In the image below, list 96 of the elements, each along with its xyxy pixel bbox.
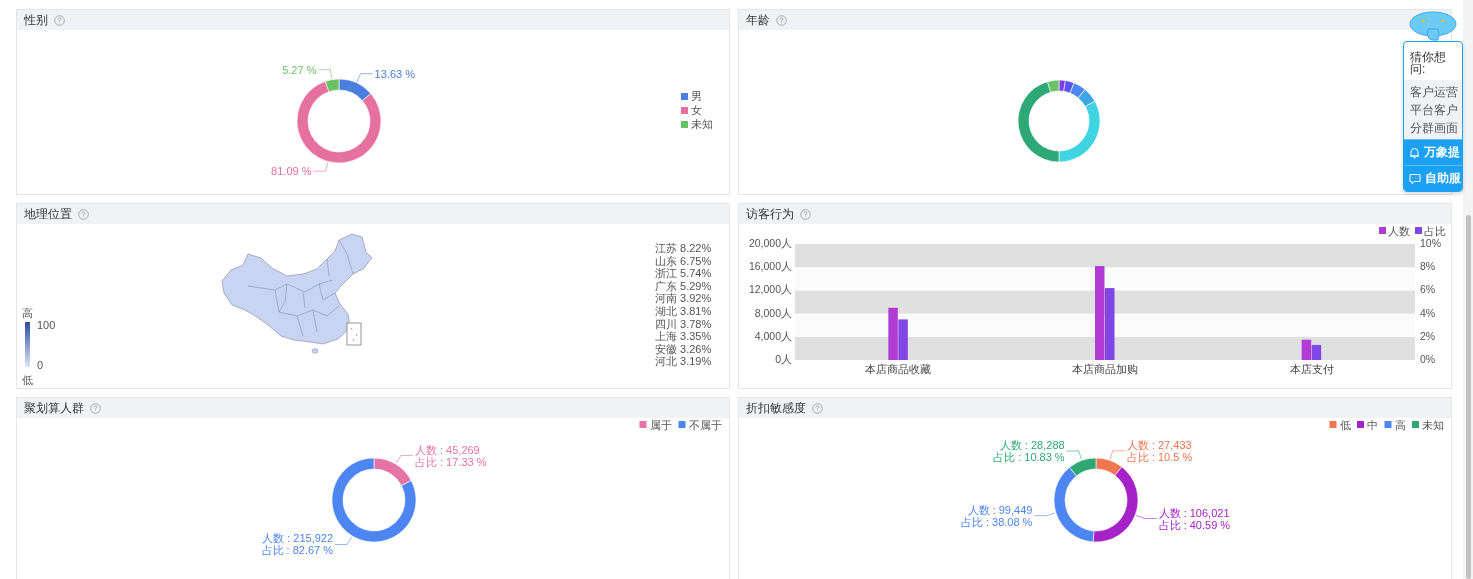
bar [898,319,908,360]
help-icon[interactable] [812,402,823,414]
chat-icon [1409,172,1421,185]
suggested-question[interactable]: 客户运营 [1410,83,1462,101]
help-icon[interactable] [800,208,811,220]
axis-tick-label: 0% [1420,353,1436,365]
bar [888,307,898,360]
legend-label: 未知 [1422,419,1444,431]
leader-line [318,69,333,79]
legend-item[interactable]: 未知 [681,118,713,130]
axis-tick-label: 20,000人 [748,237,792,249]
legend-label: 不属于 [688,419,722,431]
scale-label: 0 [37,359,44,371]
panel-title: 年龄 [746,11,770,29]
category-label: 本店支付 [1289,363,1334,375]
legend-label: 占比 [1424,225,1446,237]
bar [1301,339,1312,360]
category-label: 本店商品加购 [1072,363,1138,375]
legend-label: 属于 [649,419,672,431]
panel-title: 访客行为 [746,205,794,223]
leader-line [1066,450,1082,460]
suggested-question[interactable]: 分群画面 [1410,119,1462,137]
legend-label: 低 [1339,419,1351,431]
data-label: 13.63 % [374,67,415,80]
axis-tick-label: 8% [1420,260,1436,273]
legend-label: 男 [691,90,702,102]
legend-label: 中 [1367,419,1378,431]
axis-tick-label: 6% [1420,283,1436,296]
region-share: 河北 3.19% [655,355,712,368]
scale-label: 100 [37,319,56,331]
panel-title: 折扣敏感度 [746,399,806,417]
help-icon[interactable] [78,208,89,220]
help-icon[interactable] [54,14,65,26]
legend-item[interactable]: 女 [681,104,702,116]
bar [1105,288,1115,360]
suggested-question[interactable]: 平台客户 [1410,101,1462,119]
axis-tick-label: 4% [1420,306,1436,319]
scale-label: 高 [22,307,33,319]
region-share: 上海 3.35% [655,330,712,343]
axis-tick-label: 10% [1420,237,1441,249]
region-share: 浙江 5.74% [655,267,712,280]
region-share: 安徽 3.26% [655,342,712,355]
scrollbar-thumb[interactable] [1465,215,1471,579]
data-label: 5.27 % [282,63,317,76]
legend-label: 人数 [1388,225,1410,237]
leader-line [1034,512,1056,516]
axis-tick-label: 2% [1420,329,1436,342]
panel-title: 聚划算人群 [24,399,84,417]
leader-line [313,162,329,172]
axis-tick-label: 0人 [775,353,792,365]
elephant-mascot-icon[interactable] [1408,9,1458,41]
legend-item[interactable]: 高 [1384,419,1406,431]
leader-line [1109,450,1126,460]
data-label: 人数 : 45,269 占比 : 17.33 % [414,443,487,468]
data-label: 81.09 % [271,165,312,178]
legend-item[interactable]: 未知 [1412,419,1444,431]
bell-icon [1409,146,1420,159]
region-share: 四川 3.78% [655,317,712,330]
bar [1311,344,1322,360]
help-icon[interactable] [90,402,101,414]
help-icon[interactable] [776,14,787,26]
data-label: 人数 : 215,922 占比 : 82.67 % [261,532,334,557]
panel-title: 性别 [24,11,48,29]
legend-item[interactable]: 男 [681,90,702,102]
legend-label: 未知 [691,118,713,130]
legend-item[interactable]: 中 [1357,419,1378,431]
legend-label: 高 [1394,419,1406,431]
axis-tick-label: 4,000人 [754,329,792,342]
axis-tick-label: 12,000人 [748,283,792,296]
leader-line [395,455,414,464]
legend-item[interactable]: 不属于 [678,419,722,431]
data-label: 人数 : 99,449 占比 : 38.08 % [960,503,1033,528]
assistant-prompt: 猜你想问: [1409,49,1447,78]
scale-label: 低 [22,374,33,386]
color-scale-bar [25,322,30,367]
region-share: 山东 6.75% [655,254,712,267]
legend-item[interactable]: 低 [1329,419,1351,431]
axis-tick-label: 8,000人 [754,306,792,319]
data-label: 人数 : 27,433 占比 : 10.5 % [1126,438,1193,463]
region-share: 河南 3.92% [655,292,712,305]
leader-line [334,536,353,545]
leader-line [1135,515,1157,519]
region-share: 广东 5.29% [655,279,712,292]
legend-label: 女 [691,104,702,116]
legend-item[interactable]: 人数 [1379,225,1410,237]
legend-item[interactable]: 属于 [639,419,672,431]
category-label: 本店商品收藏 [865,363,932,375]
panel-title: 地理位置 [24,205,72,223]
axis-tick-label: 16,000人 [748,260,792,273]
region-share: 江苏 8.22% [655,242,712,254]
data-label: 人数 : 28,288 占比 : 10.83 % [993,439,1065,463]
scrollbar[interactable] [1463,0,1473,579]
region-share: 湖北 3.81% [655,305,712,317]
data-label: 人数 : 106,021 占比 : 40.59 % [1158,506,1231,531]
leader-line [356,73,373,83]
legend-item[interactable]: 占比 [1415,225,1446,237]
